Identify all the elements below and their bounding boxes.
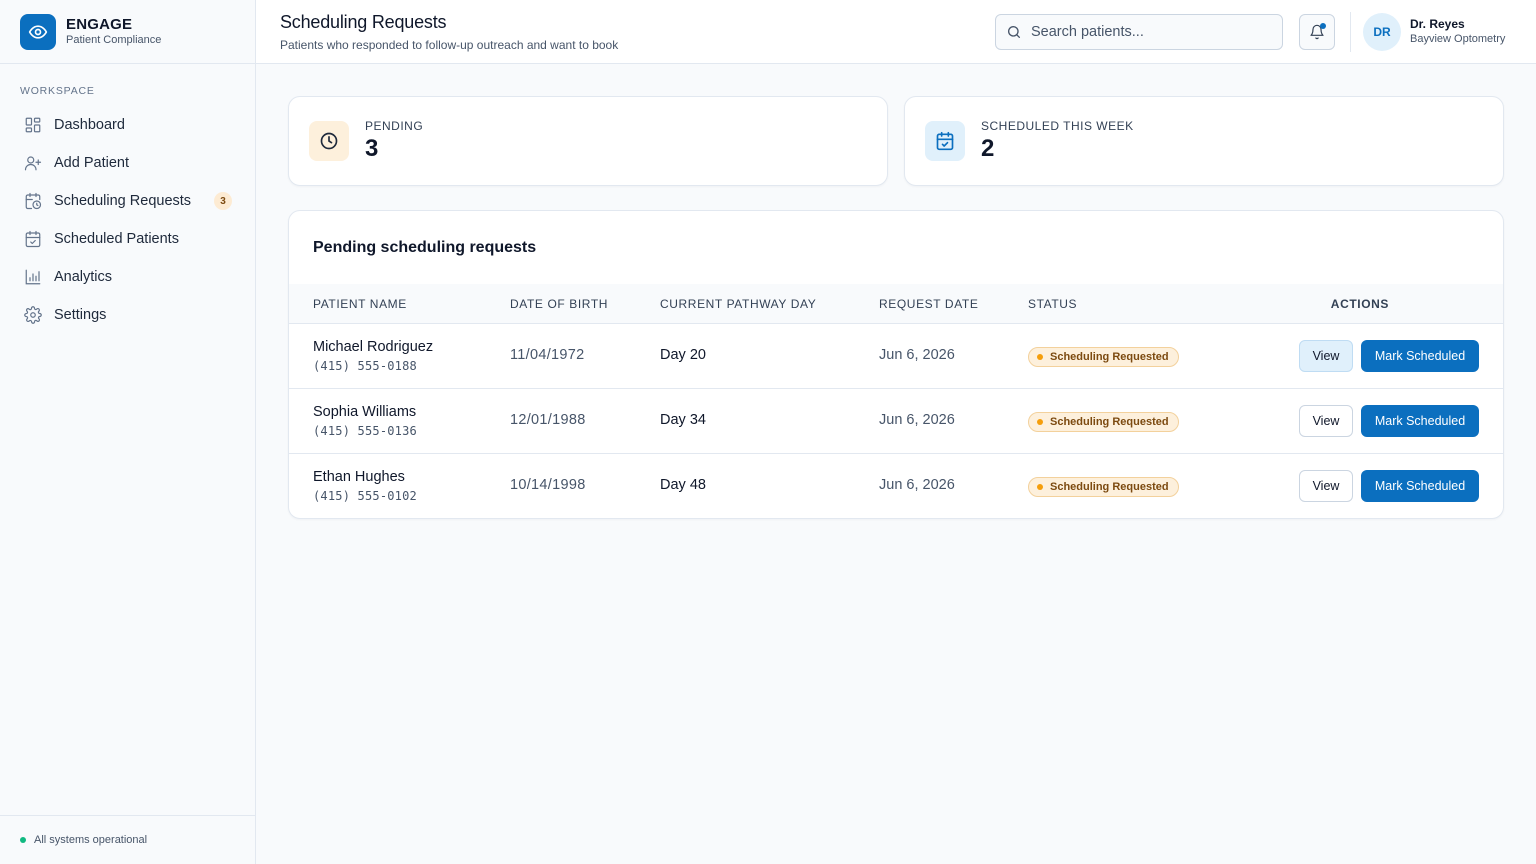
sidebar-item-settings[interactable]: Settings (12, 296, 244, 334)
sidebar-item-label: Add Patient (54, 155, 129, 171)
pending-requests-table: Pending scheduling requests PATIENT NAME… (288, 210, 1504, 519)
status-badge: Scheduling Requested (1028, 477, 1179, 497)
count-badge: 3 (214, 192, 232, 210)
header-divider (1350, 12, 1351, 52)
search-box[interactable] (995, 14, 1283, 50)
sidebar: ENGAGE Patient Compliance WORKSPACE Dash… (0, 0, 256, 864)
status-badge: Scheduling Requested (1028, 412, 1179, 432)
request-date: Jun 6, 2026 (879, 477, 955, 493)
search-icon (1008, 26, 1020, 38)
table-row: Michael Rodriguez (415) 555-0188 11/04/1… (289, 324, 1503, 389)
status-text: Scheduling Requested (1050, 481, 1169, 493)
stat-label: SCHEDULED THIS WEEK (981, 119, 1134, 133)
calendar-clock-icon (25, 192, 42, 210)
page-subtitle: Patients who responded to follow-up outr… (280, 38, 619, 52)
sidebar-nav: Dashboard Add Patient Scheduling Request… (12, 106, 244, 334)
status-dot-icon (1037, 419, 1043, 425)
patient-dob: 12/01/1988 (510, 412, 586, 428)
sidebar-item-scheduled-patients[interactable]: Scheduled Patients (12, 220, 244, 258)
table-row: Ethan Hughes (415) 555-0102 10/14/1998 D… (289, 454, 1503, 518)
request-date: Jun 6, 2026 (879, 347, 955, 363)
brand[interactable]: ENGAGE Patient Compliance (0, 0, 255, 64)
avatar[interactable]: DR (1363, 13, 1401, 51)
sidebar-footer: All systems operational (0, 815, 255, 864)
eye-icon (20, 13, 56, 50)
request-date: Jun 6, 2026 (879, 412, 955, 428)
patient-name: Ethan Hughes (313, 469, 405, 485)
sidebar-item-scheduling-requests[interactable]: Scheduling Requests 3 (12, 182, 244, 220)
patient-phone: (415) 555-0188 (313, 359, 417, 373)
status-dot-icon (1037, 354, 1043, 360)
user-name: Dr. Reyes (1410, 17, 1465, 31)
view-button[interactable]: View (1299, 340, 1353, 372)
table-row: Sophia Williams (415) 555-0136 12/01/198… (289, 389, 1503, 454)
column-header-date-of-birth: DATE OF BIRTH (510, 297, 609, 311)
mark-scheduled-button[interactable]: Mark Scheduled (1361, 470, 1479, 502)
table-title: Pending scheduling requests (313, 239, 537, 256)
brand-name: ENGAGE (66, 15, 133, 33)
column-header-request-date: REQUEST DATE (879, 297, 979, 311)
column-header-pathway-day: CURRENT PATHWAY DAY (660, 297, 817, 311)
status-dot-icon (1037, 484, 1043, 490)
user-organization: Bayview Optometry (1410, 33, 1506, 45)
mark-scheduled-button[interactable]: Mark Scheduled (1361, 340, 1479, 372)
pathway-day: Day 34 (660, 412, 706, 428)
patient-name: Michael Rodriguez (313, 339, 434, 355)
search-input[interactable] (1031, 24, 1261, 40)
view-button[interactable]: View (1299, 470, 1353, 502)
patient-name: Sophia Williams (313, 404, 417, 420)
sidebar-item-dashboard[interactable]: Dashboard (12, 106, 244, 144)
stat-value: 2 (981, 135, 995, 162)
table-header: PATIENT NAME DATE OF BIRTH CURRENT PATHW… (289, 284, 1503, 324)
stat-value: 3 (365, 135, 379, 162)
bar-chart-icon (25, 269, 41, 285)
system-status: All systems operational (34, 834, 148, 846)
pathway-day: Day 48 (660, 477, 706, 493)
sidebar-item-label: Dashboard (54, 117, 125, 133)
sidebar-item-label: Scheduling Requests (54, 193, 192, 209)
patient-dob: 11/04/1972 (510, 347, 585, 363)
column-header-patient-name: PATIENT NAME (313, 297, 407, 311)
patient-phone: (415) 555-0102 (313, 489, 417, 503)
sidebar-item-label: Settings (54, 307, 107, 323)
status-badge: Scheduling Requested (1028, 347, 1179, 367)
sidebar-item-add-patient[interactable]: Add Patient (12, 144, 244, 182)
status-text: Scheduling Requested (1050, 351, 1169, 363)
sidebar-item-label: Analytics (54, 269, 113, 285)
notifications-button[interactable] (1299, 14, 1335, 50)
stat-label: PENDING (365, 119, 424, 133)
dashboard-grid-icon (25, 117, 41, 133)
column-header-actions: ACTIONS (1330, 297, 1389, 311)
status-text: Scheduling Requested (1050, 416, 1169, 428)
calendar-check-icon (25, 230, 41, 248)
notification-dot (1320, 23, 1326, 29)
status-dot-icon (20, 837, 26, 843)
clock-icon (309, 121, 349, 161)
user-plus-icon (24, 156, 42, 171)
stat-card-scheduled-this-week: SCHEDULED THIS WEEK 2 (904, 96, 1504, 186)
brand-subtitle: Patient Compliance (66, 33, 162, 46)
pathway-day: Day 20 (660, 347, 706, 363)
gear-icon (24, 306, 42, 324)
mark-scheduled-button[interactable]: Mark Scheduled (1361, 405, 1479, 437)
sidebar-item-label: Scheduled Patients (54, 231, 179, 247)
page-title: Scheduling Requests (280, 12, 447, 32)
section-label: WORKSPACE (20, 85, 95, 97)
patient-dob: 10/14/1998 (510, 477, 586, 493)
patient-phone: (415) 555-0136 (313, 424, 417, 438)
view-button[interactable]: View (1299, 405, 1353, 437)
column-header-status: STATUS (1028, 297, 1078, 311)
top-header: Scheduling Requests Patients who respond… (256, 0, 1536, 64)
calendar-check-icon (925, 121, 965, 161)
sidebar-item-analytics[interactable]: Analytics (12, 258, 244, 296)
stat-card-pending: PENDING 3 (288, 96, 888, 186)
